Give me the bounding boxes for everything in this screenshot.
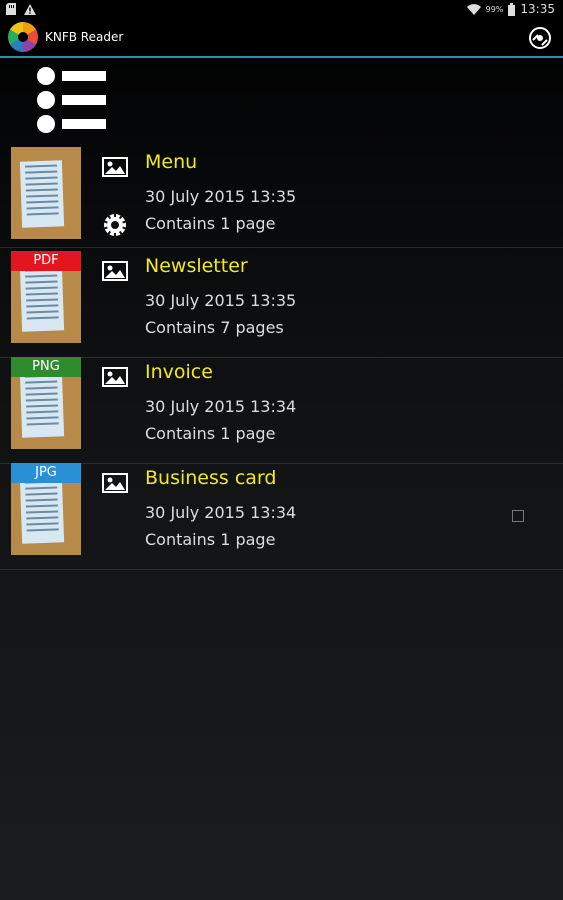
document-page-count: Contains 7 pages bbox=[145, 318, 284, 337]
processing-gear-icon bbox=[102, 212, 128, 238]
document-row[interactable]: PDF Newsletter 30 July 2015 13:35 Contains … bbox=[0, 251, 563, 358]
document-thumbnail[interactable]: PNG bbox=[11, 357, 81, 449]
warning-icon bbox=[24, 3, 36, 15]
document-page-count: Contains 1 page bbox=[145, 424, 276, 443]
sd-card-icon bbox=[6, 3, 16, 15]
battery-percent: 99% bbox=[485, 4, 504, 14]
thumbnail-page bbox=[19, 160, 65, 228]
document-title[interactable]: Invoice bbox=[145, 361, 213, 383]
document-date: 30 July 2015 13:34 bbox=[145, 503, 297, 522]
document-title[interactable]: Menu bbox=[145, 151, 197, 173]
document-thumbnail[interactable]: PDF bbox=[11, 251, 81, 343]
status-bar: 99% 13:35 bbox=[0, 0, 563, 19]
thumbnail-page bbox=[19, 476, 65, 544]
app-bar-divider bbox=[0, 56, 563, 58]
document-row[interactable]: Menu 30 July 2015 13:35 Contains 1 page bbox=[0, 147, 563, 248]
document-title[interactable]: Newsletter bbox=[145, 255, 248, 277]
image-icon bbox=[102, 157, 128, 177]
file-type-badge: JPG bbox=[11, 463, 81, 483]
document-page-count: Contains 1 page bbox=[145, 214, 276, 233]
image-icon bbox=[102, 473, 128, 493]
battery-icon bbox=[508, 2, 516, 16]
document-thumbnail[interactable]: JPG bbox=[11, 463, 81, 555]
thumbnail-page bbox=[19, 264, 65, 332]
document-row[interactable]: JPG Business card 30 July 2015 13:34 Contai… bbox=[0, 463, 563, 570]
select-checkbox[interactable] bbox=[512, 510, 524, 522]
document-thumbnail[interactable] bbox=[11, 147, 81, 239]
document-page-count: Contains 1 page bbox=[145, 530, 276, 549]
wifi-icon bbox=[466, 3, 481, 15]
document-row[interactable]: PNG Invoice 30 July 2015 13:34 Contains 1 p… bbox=[0, 357, 563, 464]
list-icon[interactable] bbox=[36, 66, 110, 136]
document-date: 30 July 2015 13:35 bbox=[145, 291, 297, 310]
document-date: 30 July 2015 13:35 bbox=[145, 187, 297, 206]
file-type-badge: PDF bbox=[11, 251, 81, 271]
app-title: KNFB Reader bbox=[45, 30, 124, 44]
image-icon bbox=[102, 261, 128, 281]
file-type-badge: PNG bbox=[11, 357, 81, 377]
thumbnail-page bbox=[19, 370, 65, 438]
document-title[interactable]: Business card bbox=[145, 467, 276, 489]
clock: 13:35 bbox=[520, 2, 555, 16]
image-icon bbox=[102, 367, 128, 387]
document-date: 30 July 2015 13:34 bbox=[145, 397, 297, 416]
knfb-logo-icon[interactable] bbox=[8, 22, 38, 52]
disc-settings-icon[interactable] bbox=[528, 26, 552, 50]
